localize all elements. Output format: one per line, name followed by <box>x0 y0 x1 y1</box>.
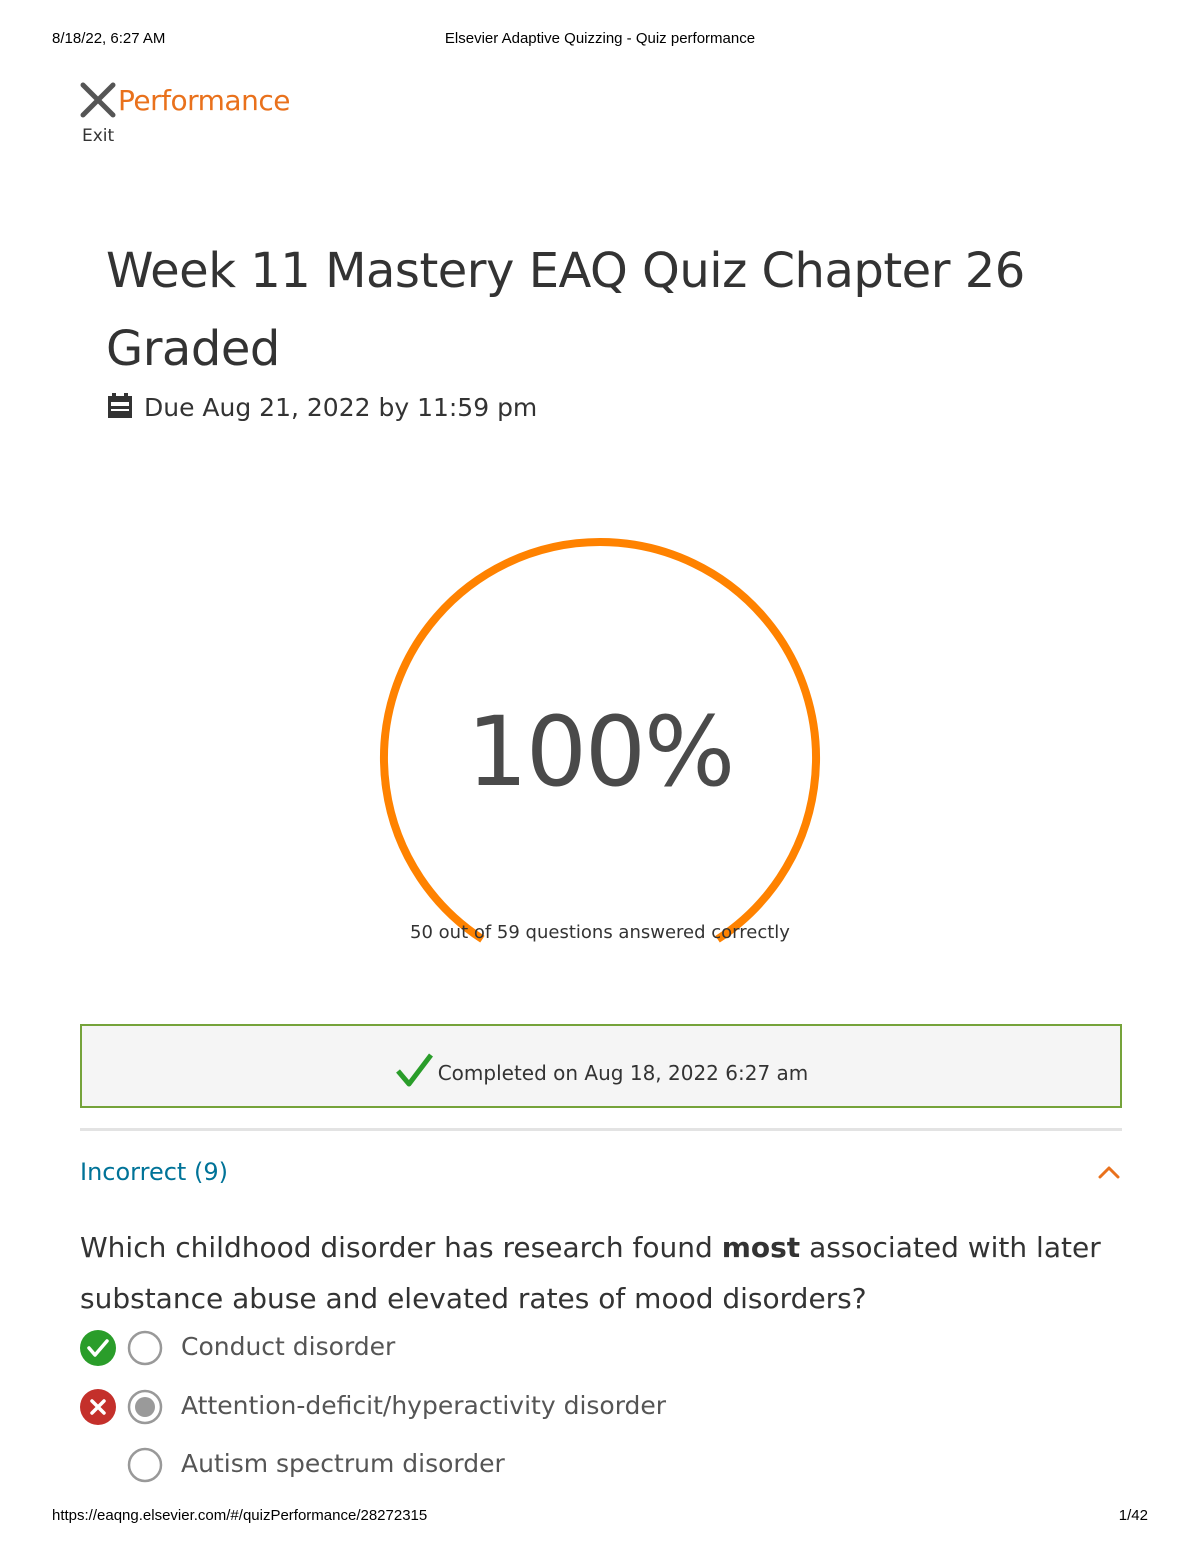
radio-button[interactable] <box>127 1447 163 1483</box>
answer-option-3: Autism spectrum disorder <box>80 1445 980 1485</box>
incorrect-section-toggle[interactable]: Incorrect (9) <box>80 1158 1122 1192</box>
question-text: Which childhood disorder has research fo… <box>80 1222 1125 1324</box>
correct-check-icon <box>80 1330 116 1366</box>
incorrect-section-label: Incorrect (9) <box>80 1158 228 1186</box>
option-label: Attention-deficit/hyperactivity disorder <box>181 1391 667 1420</box>
quiz-title: Week 11 Mastery EAQ Quiz Chapter 26 Grad… <box>106 232 1116 388</box>
print-url: https://eaqng.elsevier.com/#/quizPerform… <box>52 1507 428 1524</box>
incorrect-x-icon <box>80 1389 116 1425</box>
chevron-up-icon[interactable] <box>1098 1164 1120 1184</box>
completion-text: Completed on Aug 18, 2022 6:27 am <box>437 1061 809 1085</box>
page-title: Performance <box>118 84 290 117</box>
quiz-title-line-2: Graded <box>106 321 280 377</box>
exit-label[interactable]: Exit <box>82 126 114 146</box>
due-text: Due Aug 21, 2022 by 11:59 pm <box>144 393 538 422</box>
checkmark-icon <box>394 1050 434 1095</box>
question-text-start: Which childhood disorder has research fo… <box>80 1231 722 1264</box>
score-gauge: 100% 50 out of 59 questions answered cor… <box>360 520 840 960</box>
print-page-number: 1/42 <box>1118 1507 1148 1524</box>
section-divider <box>80 1128 1122 1131</box>
option-label: Autism spectrum disorder <box>181 1449 505 1478</box>
radio-button[interactable] <box>127 1330 163 1366</box>
calendar-icon <box>106 392 134 426</box>
radio-button-selected[interactable] <box>127 1389 163 1425</box>
print-page-title: Elsevier Adaptive Quizzing - Quiz perfor… <box>444 30 756 47</box>
score-summary: 50 out of 59 questions answered correctl… <box>410 922 790 943</box>
due-date: Due Aug 21, 2022 by 11:59 pm <box>106 392 537 426</box>
score-percent: 100% <box>466 696 735 808</box>
completion-banner: Completed on Aug 18, 2022 6:27 am <box>80 1024 1122 1108</box>
option-label: Conduct disorder <box>181 1332 396 1361</box>
answer-option-2: Attention-deficit/hyperactivity disorder <box>80 1387 980 1427</box>
question-emphasis: most <box>721 1231 801 1264</box>
answer-option-1: Conduct disorder <box>80 1328 980 1368</box>
completion-content: Completed on Aug 18, 2022 6:27 am <box>82 1050 1120 1095</box>
quiz-title-line-1: Week 11 Mastery EAQ Quiz Chapter 26 <box>106 243 1025 299</box>
close-x-icon[interactable] <box>80 82 116 118</box>
